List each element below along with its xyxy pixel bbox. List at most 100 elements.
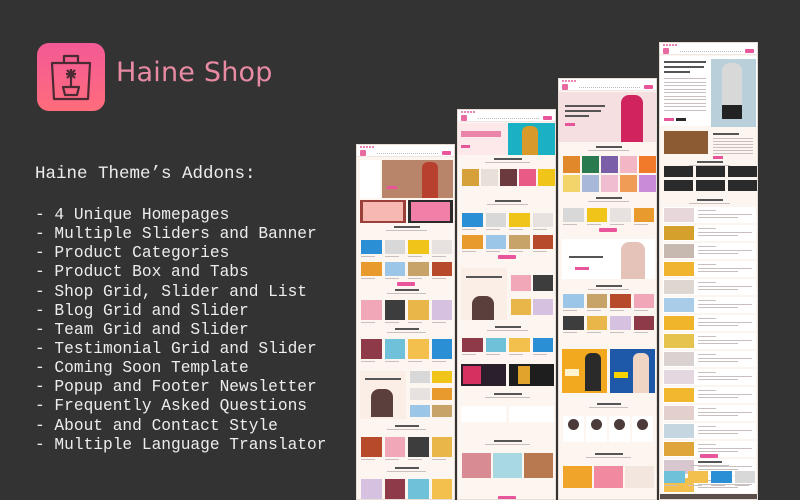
- list-product-title: [698, 210, 716, 211]
- collection-text: [713, 147, 753, 148]
- feature-card: [696, 166, 725, 177]
- product-caption: [687, 485, 702, 486]
- topbar-dot: [571, 80, 573, 82]
- preview-navbar: [660, 47, 757, 55]
- section-heading: [394, 289, 419, 291]
- hero-button: [664, 118, 674, 121]
- best-seller-tile: [432, 388, 452, 400]
- product-tile: [563, 316, 584, 330]
- product-caption: [384, 459, 399, 460]
- list-product-image: [664, 406, 694, 420]
- section-subtext: [586, 457, 631, 458]
- list-product-title: [698, 354, 716, 355]
- product-tile: [610, 294, 631, 308]
- topbar-dot: [666, 44, 668, 46]
- topbar-dot: [473, 111, 475, 113]
- product-tile: [361, 339, 382, 359]
- product-tile: [384, 479, 405, 499]
- hero-button: [461, 145, 470, 148]
- topbar-dot: [672, 44, 674, 46]
- list-product-image: [664, 352, 694, 366]
- list-product-image: [664, 262, 694, 276]
- trending-title: [569, 256, 603, 258]
- product-tile: [361, 240, 382, 254]
- feature-item: - Multiple Sliders and Banner: [35, 225, 317, 244]
- addons-title: Haine Theme’s Addons:: [35, 164, 256, 184]
- team-avatar: [614, 419, 625, 430]
- list-product-desc: [698, 268, 752, 269]
- preview-homepage-2: [457, 109, 556, 500]
- hero-figure: [621, 95, 643, 142]
- list-product-image: [664, 244, 694, 258]
- list-product-desc: [698, 448, 752, 449]
- preview-nav-links: [377, 152, 438, 154]
- list-product-desc: [698, 430, 752, 431]
- preview-navbar: [559, 83, 656, 91]
- view-more-button: [498, 255, 516, 259]
- product-tile: [384, 437, 405, 457]
- category-tile: [582, 175, 599, 192]
- list-product-desc: [698, 340, 752, 341]
- best-seller-tile: [432, 405, 452, 417]
- list-product-desc: [698, 217, 738, 218]
- product-caption: [485, 229, 500, 230]
- preview-nav-button: [543, 116, 552, 120]
- product-caption: [462, 251, 477, 252]
- best-seller-tile: [511, 275, 531, 291]
- blog-tile: [493, 453, 522, 478]
- promo-inner: [363, 202, 403, 221]
- topbar-dot: [464, 111, 466, 113]
- sidebar-categories: [360, 160, 380, 198]
- feature-item: - Shop Grid, Slider and List: [35, 282, 307, 301]
- product-caption: [384, 361, 399, 362]
- product-caption: [361, 459, 376, 460]
- sale-figure: [585, 353, 601, 391]
- product-tile: [431, 262, 452, 276]
- list-product-title: [698, 390, 716, 391]
- section-heading: [494, 326, 521, 328]
- list-product-image: [664, 388, 694, 402]
- section-heading: [493, 440, 522, 442]
- promo-accent: [518, 366, 530, 384]
- category-tile: [462, 169, 479, 186]
- collection-text: [713, 150, 753, 151]
- product-tile: [408, 300, 429, 320]
- category-tile: [639, 156, 656, 173]
- new-items-title: [466, 276, 502, 278]
- list-product-desc: [698, 397, 738, 398]
- list-product-title: [698, 426, 716, 427]
- product-caption: [586, 332, 601, 333]
- product-tile: [361, 479, 382, 499]
- feature-item: - Frequently Asked Questions: [35, 397, 307, 416]
- product-caption: [563, 310, 578, 311]
- newsletter-footer: [660, 494, 757, 499]
- section-heading: [596, 403, 621, 405]
- product-tile: [384, 339, 405, 359]
- feature-card: [664, 166, 693, 177]
- product-tile: [408, 437, 429, 457]
- preview-logo: [461, 115, 467, 121]
- promo-inner: [411, 202, 450, 221]
- list-product-desc: [698, 358, 752, 359]
- feature-card: [728, 166, 757, 177]
- feature-item: - Blog Grid and Slider: [35, 301, 249, 320]
- product-caption: [633, 332, 648, 333]
- category-tile: [601, 175, 618, 192]
- hero-figure-shorts: [722, 105, 742, 119]
- product-caption: [586, 224, 601, 225]
- list-product-desc: [698, 322, 752, 323]
- preview-nav-links: [478, 117, 539, 119]
- promo-banner: [509, 364, 554, 386]
- category-tile: [538, 169, 555, 186]
- product-tile: [610, 316, 631, 330]
- hero-title: [565, 115, 589, 117]
- section-subtext: [587, 289, 630, 290]
- list-product-title: [698, 264, 716, 265]
- hero-paragraph: [664, 95, 706, 97]
- product-tile: [361, 437, 382, 457]
- list-product-desc: [698, 286, 752, 287]
- preview-nav-links: [579, 86, 640, 88]
- product-caption: [711, 485, 726, 486]
- product-tile: [711, 471, 732, 483]
- product-caption: [408, 322, 423, 323]
